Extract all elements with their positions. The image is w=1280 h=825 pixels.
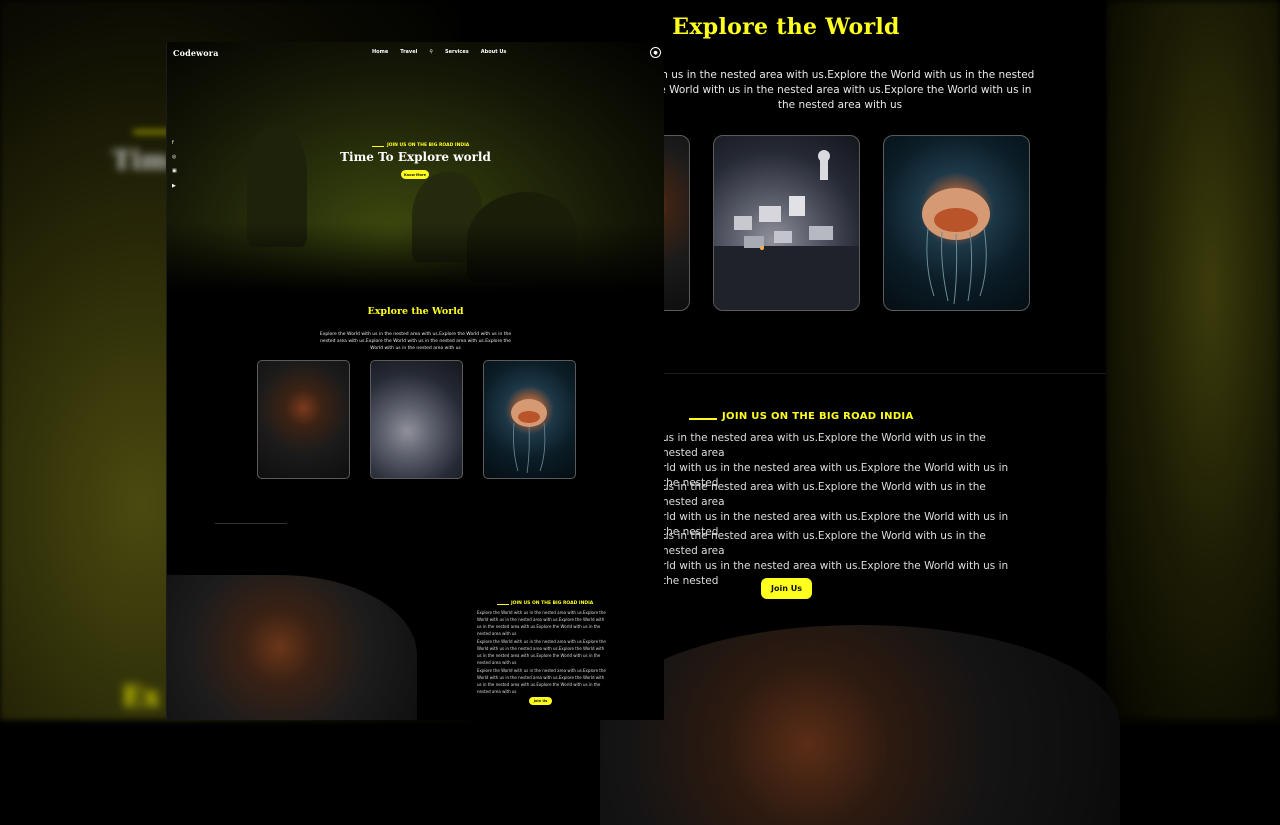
join-us-button[interactable]: Join Us bbox=[529, 697, 552, 705]
zoom-join-button[interactable]: Join Us bbox=[761, 578, 812, 599]
join-paragraph: Explore the World with us in the nested … bbox=[477, 610, 606, 636]
zoom-section-title: Explore the World bbox=[672, 14, 900, 40]
zoom-card-town[interactable] bbox=[713, 135, 860, 311]
jellyfish-illustration bbox=[511, 399, 547, 474]
zoom-para-line: us in the nested area with us.Explore th… bbox=[662, 481, 986, 508]
town-illustration bbox=[714, 150, 859, 310]
hero-section bbox=[167, 42, 664, 292]
main-nav: Home Travel ⚲ Services About Us bbox=[372, 49, 506, 55]
hero-accent-line bbox=[372, 146, 384, 147]
hero-tagline: JOIN US ON THE BIG ROAD INDIA bbox=[387, 143, 470, 148]
join-image bbox=[167, 575, 417, 720]
jellyfish-illustration bbox=[922, 188, 990, 305]
join-accent-line bbox=[497, 604, 509, 605]
ghost-bottom-text: Ex bbox=[122, 680, 161, 713]
blurred-background-right bbox=[1106, 0, 1280, 720]
explore-title: Explore the World bbox=[367, 306, 464, 317]
ghost-title-text: Tim bbox=[112, 146, 169, 176]
join-paragraph: Explore the World with us in the nested … bbox=[477, 668, 606, 694]
user-icon[interactable]: ● bbox=[650, 47, 661, 58]
card-jellyfish[interactable] bbox=[483, 360, 576, 479]
nav-about-us[interactable]: About Us bbox=[481, 49, 507, 55]
join-tagline: JOIN US ON THE BIG ROAD INDIA bbox=[511, 601, 594, 606]
card-woman[interactable] bbox=[257, 360, 350, 479]
hero-title: Time To Explore world bbox=[340, 150, 491, 164]
zoom-join-tagline: JOIN US ON THE BIG ROAD INDIA bbox=[722, 411, 914, 422]
zoom-card-jellyfish[interactable] bbox=[883, 135, 1030, 311]
linkedin-icon[interactable]: ▣ bbox=[172, 168, 177, 174]
search-icon[interactable]: ⚲ bbox=[429, 49, 433, 55]
hero-fade bbox=[167, 222, 664, 292]
brand-logo[interactable]: Codewora bbox=[173, 48, 219, 58]
nav-travel[interactable]: Travel bbox=[400, 49, 417, 55]
section-divider bbox=[215, 523, 287, 524]
card-town[interactable] bbox=[370, 360, 463, 479]
join-paragraph: Explore the World with us in the nested … bbox=[477, 639, 606, 665]
zoom-para-line: us in the nested area with us.Explore th… bbox=[662, 530, 986, 557]
zoom-join-paragraph: us in the nested area with us.Explore th… bbox=[662, 529, 1022, 589]
page-preview: Codewora Home Travel ⚲ Services About Us… bbox=[166, 42, 664, 720]
zoom-divider bbox=[660, 373, 1106, 374]
zoom-join-accent-line bbox=[689, 418, 717, 420]
zoom-para-line: rld with us in the nested area with us.E… bbox=[662, 560, 1009, 587]
nav-home[interactable]: Home bbox=[372, 49, 388, 55]
nav-services[interactable]: Services bbox=[445, 49, 469, 55]
explore-description: Explore the World with us in the nested … bbox=[319, 332, 512, 351]
youtube-icon[interactable]: ▶ bbox=[172, 183, 176, 189]
zoom-para-line: us in the nested area with us.Explore th… bbox=[662, 432, 986, 459]
zoom-bottom-image bbox=[600, 625, 1120, 825]
know-more-button[interactable]: Know More bbox=[401, 170, 429, 179]
facebook-icon[interactable]: f bbox=[172, 140, 174, 146]
